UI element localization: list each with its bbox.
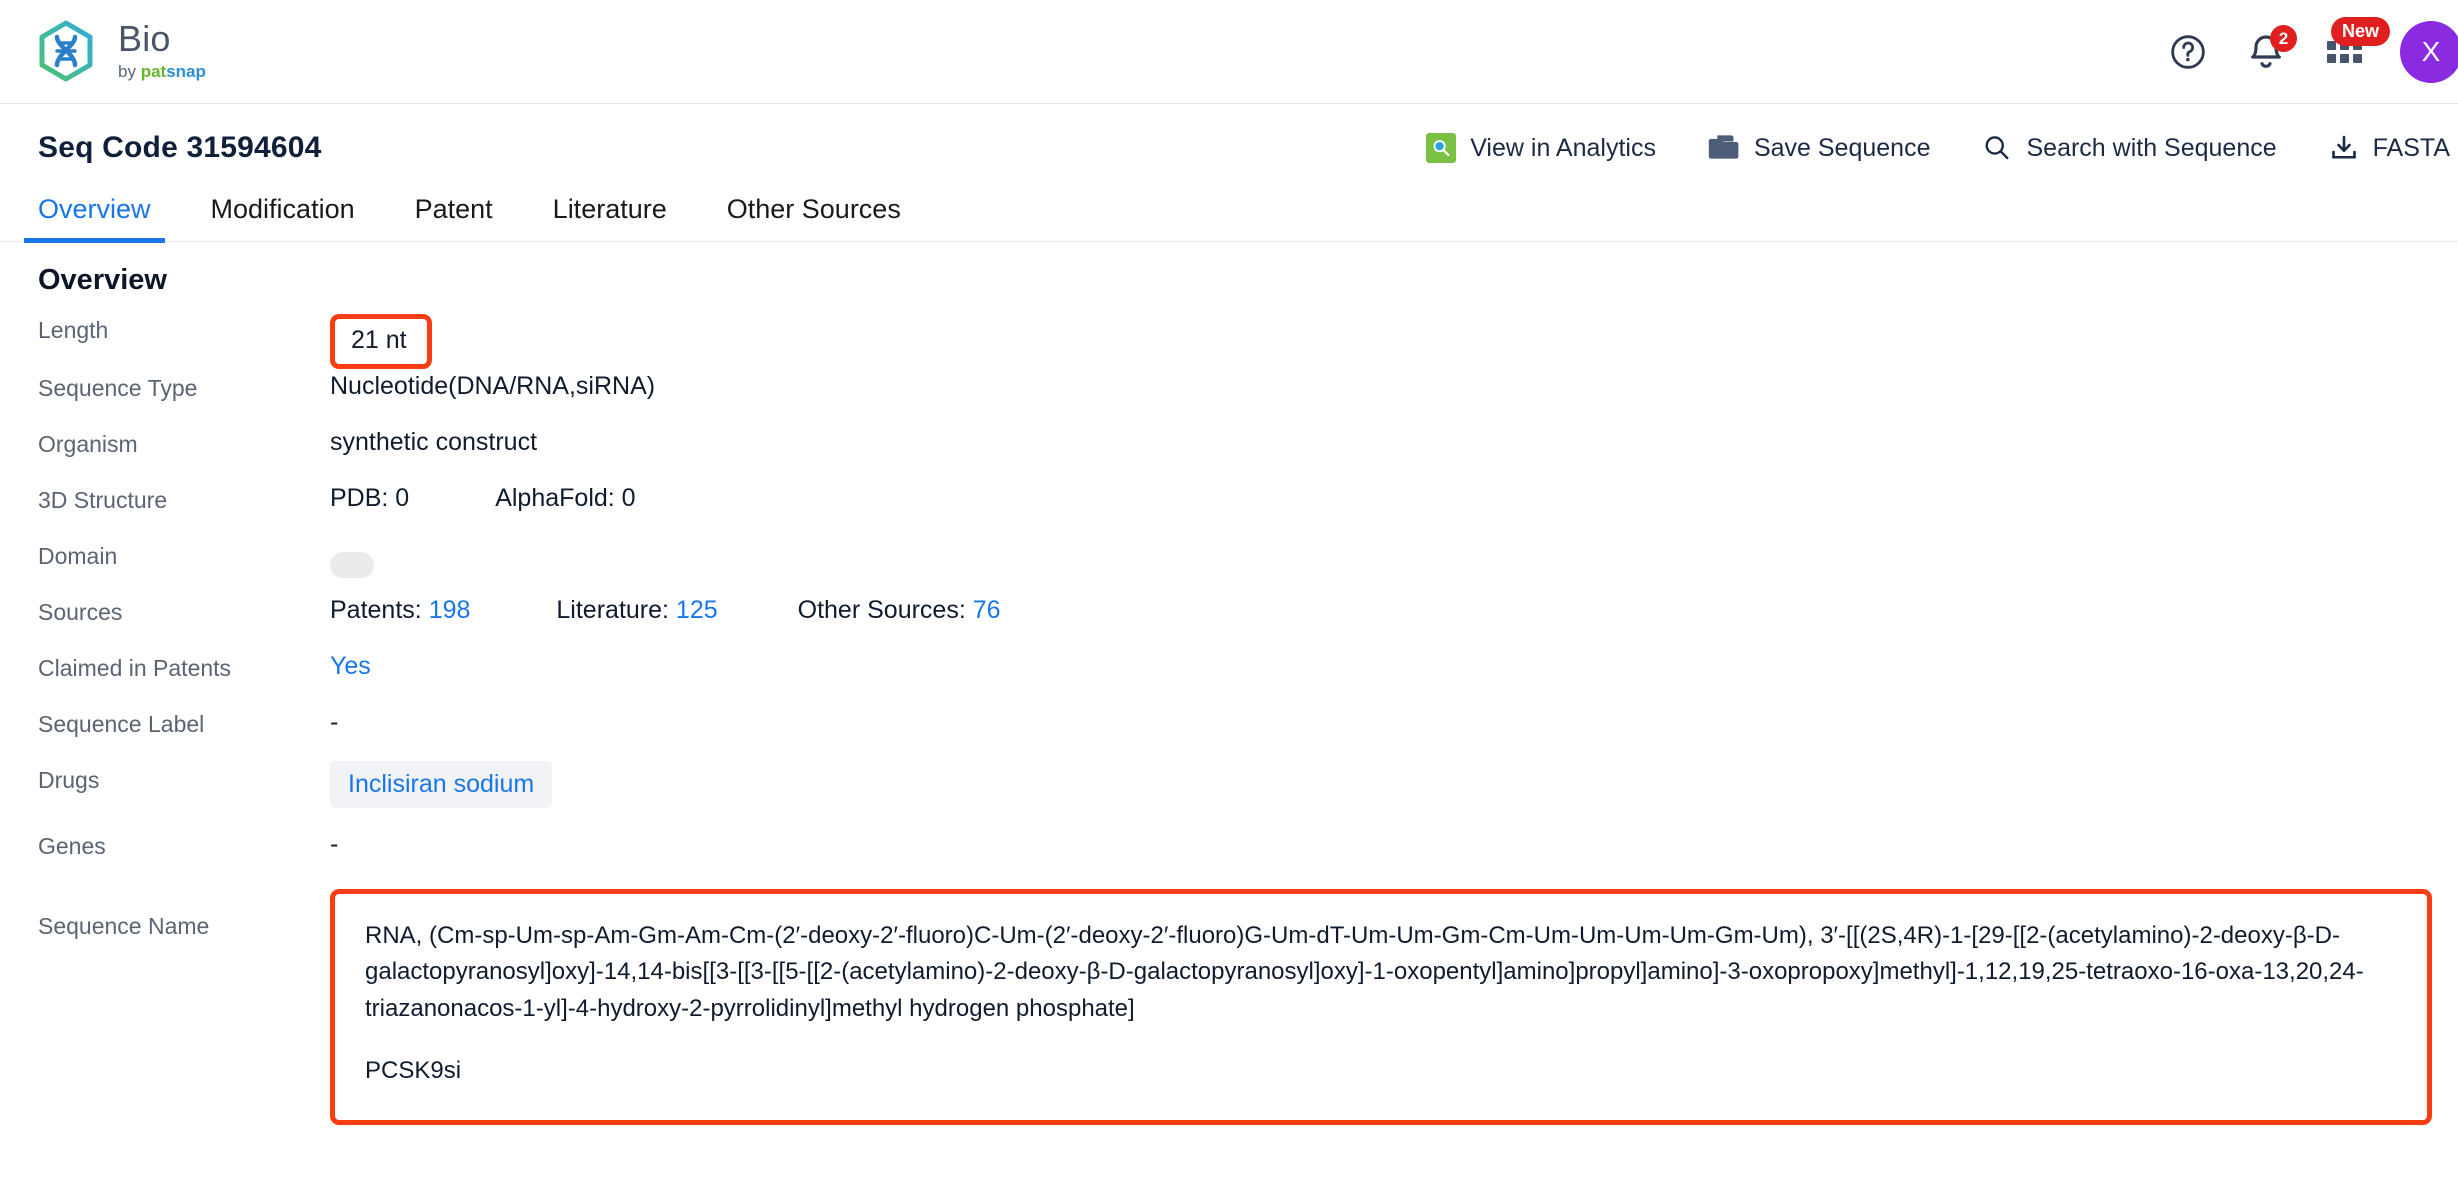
tab-overview[interactable]: Overview <box>24 194 165 243</box>
field-row-drugs: Drugs Inclisiran sodium <box>38 761 2458 827</box>
field-row-organism: Organism synthetic construct <box>38 425 2458 481</box>
fasta-label: FASTA <box>2372 133 2450 162</box>
top-bar: Bio by patsnap 2 New X <box>0 0 2458 104</box>
tab-modification[interactable]: Modification <box>211 194 355 241</box>
field-row-length: Length 21 nt <box>38 311 2458 369</box>
value-alphafold: AlphaFold: 0 <box>495 484 636 512</box>
search-with-sequence-label: Search with Sequence <box>2026 133 2277 162</box>
value-sequence-type: Nucleotide(DNA/RNA,siRNA) <box>330 372 656 400</box>
tab-other-sources[interactable]: Other Sources <box>727 194 901 241</box>
brand-subtitle: by patsnap <box>118 61 206 82</box>
value-literature-count[interactable]: 125 <box>676 596 718 625</box>
folder-icon <box>1708 135 1739 159</box>
tab-patent[interactable]: Patent <box>415 194 493 241</box>
brand-title: Bio <box>118 17 171 59</box>
label-organism: Organism <box>38 431 138 457</box>
value-sources: Patents: 198 Literature: 125 Other Sourc… <box>330 593 1001 625</box>
overview-section-title: Overview <box>38 264 167 296</box>
value-pdb: PDB: 0 <box>330 484 410 512</box>
page-title: Seq Code 31594604 <box>38 131 322 164</box>
fasta-download-button[interactable]: FASTA <box>2329 133 2450 163</box>
value-sequence-label: - <box>330 708 339 736</box>
label-literature-count: Literature: <box>556 596 669 624</box>
value-length: 21 nt <box>351 326 407 354</box>
field-row-sources: Sources Patents: 198 Literature: 125 Oth… <box>38 593 2458 649</box>
sequence-name-highlight-box: RNA, (Cm-sp-Um-sp-Am-Gm-Am-Cm-(2′-deoxy-… <box>330 889 2432 1125</box>
label-other-sources-count: Other Sources: <box>797 596 966 624</box>
tab-literature[interactable]: Literature <box>553 194 667 241</box>
overview-fields: Length 21 nt Sequence Type Nucleotide(DN… <box>0 297 2458 1125</box>
analytics-magnifier-icon <box>1426 133 1457 163</box>
brand-snap: snap <box>166 61 206 81</box>
label-sequence-type: Sequence Type <box>38 375 198 401</box>
search-with-sequence-button[interactable]: Search with Sequence <box>1982 133 2277 163</box>
value-genes: - <box>330 830 339 858</box>
brand-pat: pat <box>140 61 167 81</box>
value-sequence-name-line2: PCSK9si <box>365 1057 462 1085</box>
label-claimed-in-patents: Claimed in Patents <box>38 655 232 681</box>
label-drugs: Drugs <box>38 767 100 793</box>
dna-hexagon-logo-icon <box>39 20 93 81</box>
search-icon <box>1986 136 2009 160</box>
brand-logo[interactable]: Bio by patsnap <box>34 20 206 84</box>
label-patents-count: Patents: <box>330 596 422 624</box>
avatar[interactable]: X <box>2400 20 2458 83</box>
label-sequence-name: Sequence Name <box>38 913 210 939</box>
field-row-3d-structure: 3D Structure PDB: 0 AlphaFold: 0 <box>38 481 2458 537</box>
label-3d-structure: 3D Structure <box>38 487 168 513</box>
brand-by: by <box>118 61 141 81</box>
top-bar-actions: 2 New X <box>2166 16 2458 83</box>
save-sequence-label: Save Sequence <box>1753 133 1931 162</box>
avatar-initial: X <box>2421 35 2441 67</box>
help-button[interactable] <box>2166 30 2210 74</box>
value-domain <box>330 537 374 578</box>
drug-chip-inclisiran-sodium[interactable]: Inclisiran sodium <box>330 761 553 808</box>
label-sequence-label: Sequence Label <box>38 711 205 737</box>
field-row-genes: Genes - <box>38 827 2458 883</box>
label-sources: Sources <box>38 599 123 625</box>
view-in-analytics-button[interactable]: View in Analytics <box>1426 133 1656 163</box>
value-length-wrapper: 21 nt <box>330 311 432 369</box>
value-patents-count[interactable]: 198 <box>429 596 471 625</box>
tab-bar: Overview Modification Patent Literature … <box>0 166 2458 243</box>
value-other-sources-count[interactable]: 76 <box>973 596 1001 625</box>
label-length: Length <box>38 317 109 343</box>
value-organism: synthetic construct <box>330 428 538 456</box>
save-sequence-button[interactable]: Save Sequence <box>1708 133 1931 163</box>
download-icon <box>2331 135 2356 159</box>
notifications-button[interactable]: 2 <box>2244 24 2297 74</box>
field-row-domain: Domain <box>38 537 2458 593</box>
notifications-badge: 2 <box>2270 24 2297 52</box>
view-in-analytics-label: View in Analytics <box>1470 133 1656 162</box>
value-claimed-in-patents[interactable]: Yes <box>330 649 371 681</box>
domain-placeholder-pill <box>330 552 374 578</box>
value-drugs: Inclisiran sodium <box>330 761 553 808</box>
length-highlight-box: 21 nt <box>330 314 432 369</box>
label-domain: Domain <box>38 543 118 569</box>
apps-button[interactable]: New <box>2322 16 2390 74</box>
sequence-header: Seq Code 31594604 View in Analytics Save… <box>0 104 2458 166</box>
field-row-sequence-label: Sequence Label - <box>38 705 2458 761</box>
field-row-sequence-name: Sequence Name RNA, (Cm-sp-Um-sp-Am-Gm-Am… <box>38 889 2458 1125</box>
header-action-bar: View in Analytics Save Sequence Search w… <box>1426 133 2458 163</box>
help-circle-icon <box>2171 34 2205 69</box>
apps-new-badge: New <box>2330 16 2390 46</box>
field-row-claimed-in-patents: Claimed in Patents Yes <box>38 649 2458 705</box>
field-row-sequence-type: Sequence Type Nucleotide(DNA/RNA,siRNA) <box>38 369 2458 425</box>
value-3d-structure: PDB: 0 AlphaFold: 0 <box>330 481 636 513</box>
value-sequence-name-line1: RNA, (Cm-sp-Um-sp-Am-Gm-Am-Cm-(2′-deoxy-… <box>365 922 2364 1022</box>
label-genes: Genes <box>38 833 106 859</box>
